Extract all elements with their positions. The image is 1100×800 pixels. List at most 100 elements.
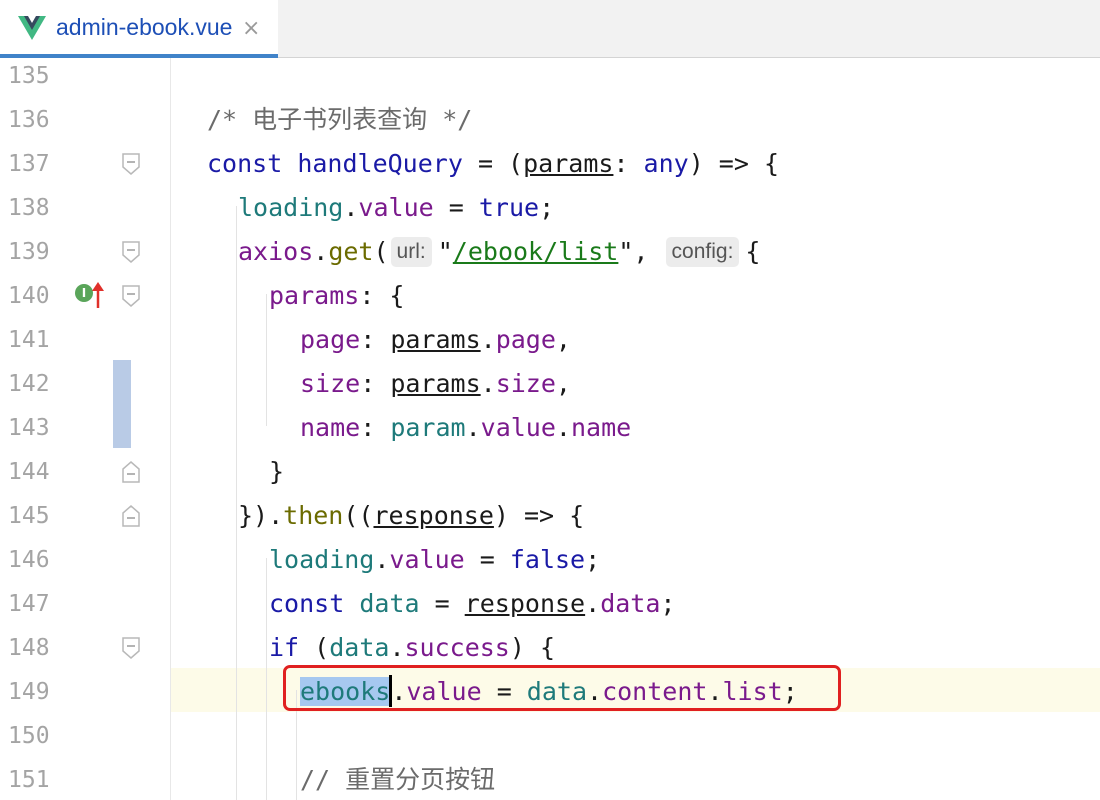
code-line-137[interactable]: 137 const handleQuery = (params: any) =>… [0, 142, 1100, 186]
code-text: const handleQuery = (params: any) => { [207, 142, 779, 186]
comment: /* 电子书列表查询 */ [207, 105, 473, 134]
code-text: page: params.page, [300, 318, 571, 362]
punctuation: . [585, 589, 601, 618]
code-line-147[interactable]: 147 const data = response.data; [0, 582, 1100, 626]
code-line-138[interactable]: 138 loading.value = true; [0, 186, 1100, 230]
line-number[interactable]: 135 [8, 58, 58, 98]
line-number[interactable]: 139 [8, 230, 58, 274]
punctuation: : [360, 413, 391, 442]
parameter: params [390, 369, 481, 398]
punctuation: = [433, 193, 479, 222]
code-line-144[interactable]: 144 } [0, 450, 1100, 494]
close-icon[interactable]: × [242, 16, 260, 42]
code-line-139[interactable]: 139 axios.get(url: "/ebook/list", config:… [0, 230, 1100, 274]
code-line-143[interactable]: 143 name: param.value.name [0, 406, 1100, 450]
code-text: loading.value = false; [269, 538, 600, 582]
line-number[interactable]: 143 [8, 406, 58, 450]
code-text: const data = response.data; [269, 582, 675, 626]
line-number[interactable]: 149 [8, 670, 58, 714]
punctuation: . [480, 369, 496, 398]
code-editor[interactable]: I 135 136 /* 电子书列表查询 */ 137 const handle… [0, 58, 1100, 800]
code-line-145[interactable]: 145 }).then((response) => { [0, 494, 1100, 538]
line-number[interactable]: 138 [8, 186, 58, 230]
property: name [300, 413, 361, 442]
punctuation: . [555, 413, 571, 442]
punctuation: . [374, 545, 390, 574]
keyword: if [269, 633, 300, 662]
variable: data [329, 633, 390, 662]
line-number[interactable]: 146 [8, 538, 58, 582]
punctuation: : [613, 149, 644, 178]
fold-icon[interactable] [122, 241, 140, 263]
code-line-148[interactable]: 148 if (data.success) { [0, 626, 1100, 670]
method: get [328, 237, 374, 266]
line-number[interactable]: 142 [8, 362, 58, 406]
variable: axios [238, 237, 314, 266]
code-text: name: param.value.name [300, 406, 631, 450]
code-line-135[interactable]: 135 [0, 58, 1100, 98]
keyword: const [207, 149, 283, 178]
variable: param [390, 413, 466, 442]
punctuation: , [555, 369, 571, 398]
punctuation: . [465, 413, 481, 442]
punctuation: } [269, 457, 285, 486]
function-name: handleQuery [297, 149, 463, 178]
property: success [404, 633, 510, 662]
line-number[interactable]: 136 [8, 98, 58, 142]
code-text: }).then((response) => { [238, 494, 584, 538]
punctuation: (( [343, 501, 374, 530]
fold-end-icon[interactable] [122, 505, 140, 527]
property: value [358, 193, 434, 222]
property: size [495, 369, 556, 398]
fold-icon[interactable] [122, 285, 140, 307]
line-number[interactable]: 150 [8, 714, 58, 758]
punctuation: ) => { [688, 149, 780, 178]
fold-end-icon[interactable] [122, 461, 140, 483]
code-text: } [269, 450, 284, 494]
line-number[interactable]: 140 [8, 274, 58, 318]
punctuation: ; [585, 545, 601, 574]
code-line-141[interactable]: 141 page: params.page, [0, 318, 1100, 362]
punctuation: = ( [462, 149, 524, 178]
punctuation: . [313, 237, 329, 266]
code-text: axios.get(url: "/ebook/list", config:{ [238, 230, 760, 274]
fold-icon[interactable] [122, 637, 140, 659]
punctuation: ) => { [493, 501, 585, 530]
punctuation: ; [660, 589, 676, 618]
property: size [300, 369, 361, 398]
line-number[interactable]: 151 [8, 758, 58, 800]
line-number[interactable]: 137 [8, 142, 58, 186]
punctuation: ( [299, 633, 330, 662]
punctuation: . [343, 193, 359, 222]
code-line-136[interactable]: 136 /* 电子书列表查询 */ [0, 98, 1100, 142]
code-line-146[interactable]: 146 loading.value = false; [0, 538, 1100, 582]
property: page [300, 325, 361, 354]
fold-icon[interactable] [122, 153, 140, 175]
punctuation: : [360, 369, 391, 398]
comment: // 重置分页按钮 [300, 765, 496, 794]
keyword: const [269, 589, 345, 618]
code-line-151[interactable]: 151 // 重置分页按钮 [0, 758, 1100, 800]
line-number[interactable]: 144 [8, 450, 58, 494]
code-line-142[interactable]: 142 size: params.size, [0, 362, 1100, 406]
tab-admin-ebook-vue[interactable]: admin-ebook.vue × [0, 0, 278, 58]
line-number[interactable]: 147 [8, 582, 58, 626]
keyword: true [478, 193, 540, 222]
variable: loading [269, 545, 375, 574]
code-text: size: params.size, [300, 362, 571, 406]
code-line-150[interactable]: 150 [0, 714, 1100, 758]
property: name [570, 413, 632, 442]
parameter: params [390, 325, 481, 354]
red-annotation-box [283, 665, 841, 711]
punctuation: }). [238, 501, 284, 530]
type: any [643, 149, 689, 178]
line-number[interactable]: 148 [8, 626, 58, 670]
string-literal[interactable]: /ebook/list [453, 237, 619, 266]
vue-icon [18, 16, 46, 40]
parameter: params [523, 149, 614, 178]
line-number[interactable]: 145 [8, 494, 58, 538]
punctuation: , [555, 325, 571, 354]
punctuation: ", [618, 237, 649, 266]
code-line-140[interactable]: 140 params: { [0, 274, 1100, 318]
line-number[interactable]: 141 [8, 318, 58, 362]
